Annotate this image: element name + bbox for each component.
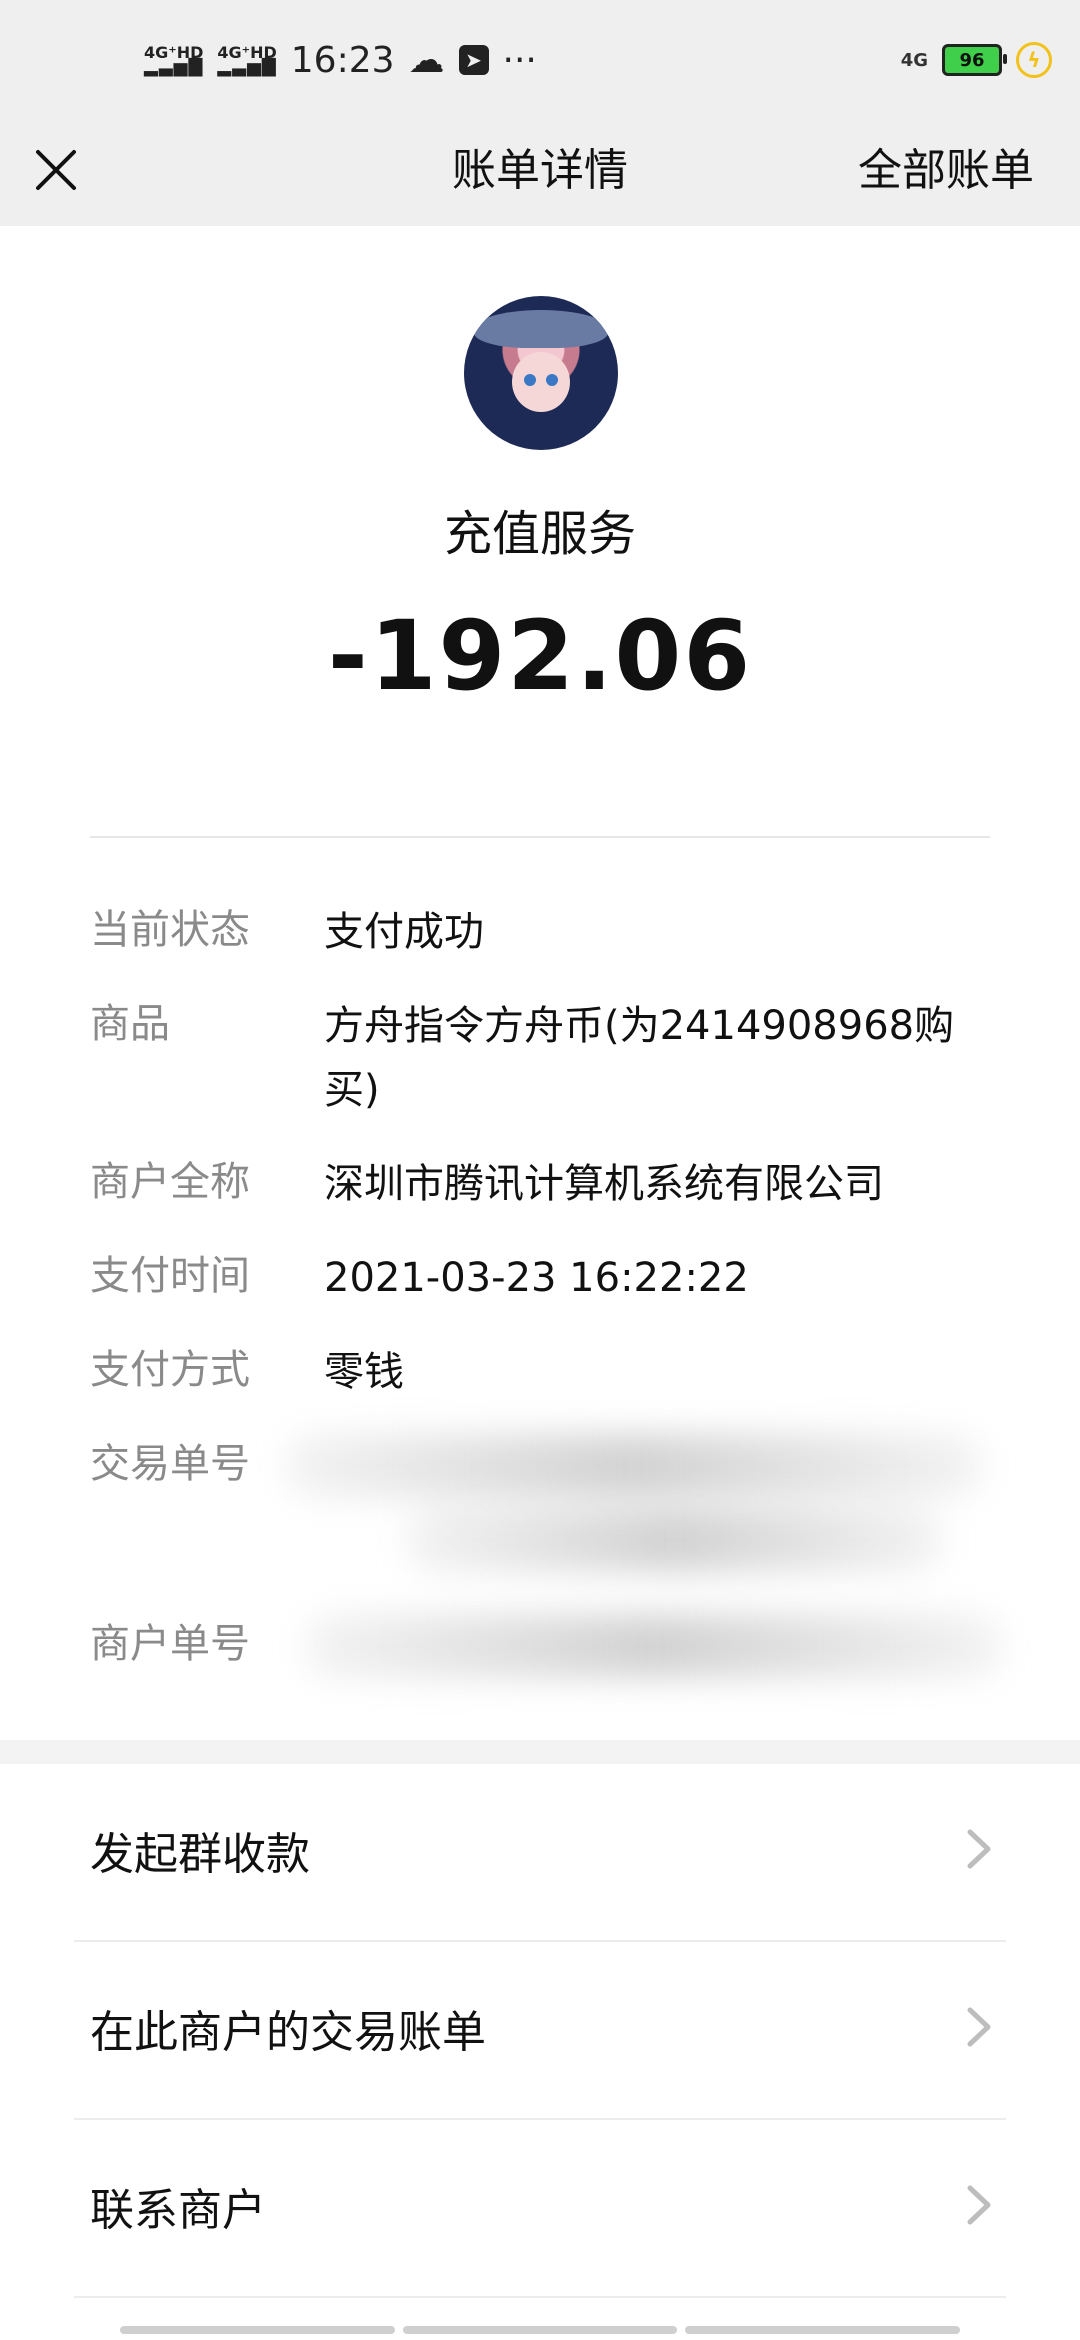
detail-value: 方舟指令方舟币(为2414908968购买) bbox=[324, 1003, 955, 1113]
detail-row-merchant: 商户全称 深圳市腾讯计算机系统有限公司 bbox=[90, 1152, 990, 1216]
detail-list: 当前状态 支付成功 商品 方舟指令方舟币(为2414908968购买) 商户全称… bbox=[90, 900, 1004, 1708]
battery-level: 96 bbox=[959, 49, 985, 71]
nav-indicator-segment bbox=[402, 2326, 678, 2334]
redaction-blur bbox=[404, 1508, 944, 1572]
action-merchant-bills[interactable]: 在此商户的交易账单 bbox=[74, 1942, 1006, 2120]
all-bills-link[interactable]: 全部账单 bbox=[858, 134, 1034, 198]
bottom-nav-indicator bbox=[120, 2326, 961, 2334]
battery-icon: 96 bbox=[942, 44, 1007, 76]
detail-value: 2021-03-23 16:22:22 bbox=[324, 1255, 749, 1301]
bill-detail-screen: 4G⁺HD ▂▃▅▇ 4G⁺HD ▂▃▅▇ 16:23 ☁ ➤ ··· 4G 9… bbox=[0, 0, 1080, 2340]
detail-value: 深圳市腾讯计算机系统有限公司 bbox=[324, 1161, 884, 1207]
detail-row-product: 商品 方舟指令方舟币(为2414908968购买) bbox=[90, 994, 990, 1122]
action-label: 联系商户 bbox=[90, 2185, 266, 2236]
detail-value-redacted bbox=[304, 1614, 1004, 1678]
detail-row-transaction-id: 交易单号 bbox=[90, 1434, 990, 1572]
title-bar: 账单详情 全部账单 bbox=[0, 120, 1080, 226]
action-list: 发起群收款 在此商户的交易账单 联系商户 bbox=[0, 1764, 1080, 2298]
section-divider bbox=[0, 1740, 1080, 1764]
redaction-blur bbox=[304, 1614, 1004, 1678]
divider bbox=[90, 836, 990, 838]
detail-label: 商品 bbox=[90, 1001, 170, 1047]
more-dots-icon: ··· bbox=[502, 39, 537, 81]
avatar-eye-shape bbox=[546, 374, 558, 386]
action-group-collection[interactable]: 发起群收款 bbox=[74, 1764, 1006, 1942]
action-contact-merchant[interactable]: 联系商户 bbox=[74, 2120, 1006, 2298]
nav-indicator-segment bbox=[685, 2326, 961, 2334]
chevron-right-icon bbox=[962, 1824, 996, 1874]
detail-label: 支付时间 bbox=[90, 1253, 250, 1299]
telegram-icon: ➤ bbox=[458, 45, 489, 75]
action-label: 在此商户的交易账单 bbox=[90, 2007, 486, 2058]
detail-row-time: 支付时间 2021-03-23 16:22:22 bbox=[90, 1246, 990, 1310]
detail-value-redacted bbox=[284, 1434, 990, 1572]
action-label: 发起群收款 bbox=[90, 1829, 310, 1880]
network-type: 4G bbox=[900, 49, 928, 71]
detail-label: 商户全称 bbox=[90, 1159, 250, 1205]
chevron-right-icon bbox=[962, 2002, 996, 2052]
redaction-blur bbox=[284, 1434, 984, 1498]
transaction-amount: -192.06 bbox=[327, 600, 753, 712]
signal-bars-icon: ▂▃▅▇ bbox=[217, 56, 277, 77]
avatar-eye-shape bbox=[524, 374, 536, 386]
detail-label: 支付方式 bbox=[90, 1347, 250, 1393]
detail-row-method: 支付方式 零钱 bbox=[90, 1340, 990, 1404]
signal-bars-icon: ▂▃▅▇ bbox=[144, 56, 204, 77]
status-bar: 4G⁺HD ▂▃▅▇ 4G⁺HD ▂▃▅▇ 16:23 ☁ ➤ ··· 4G 9… bbox=[0, 0, 1080, 120]
nav-indicator-segment bbox=[120, 2326, 395, 2334]
avatar-face-shape bbox=[512, 352, 570, 412]
status-time: 16:23 bbox=[290, 39, 395, 81]
detail-value: 支付成功 bbox=[324, 909, 484, 955]
signal-indicator-2: 4G⁺HD ▂▃▅▇ bbox=[217, 45, 277, 77]
status-right: 4G 96 ϟ bbox=[901, 40, 1052, 80]
detail-label: 当前状态 bbox=[90, 907, 250, 953]
detail-label: 商户单号 bbox=[90, 1621, 250, 1667]
detail-row-merchant-order-id: 商户单号 bbox=[90, 1614, 1004, 1678]
merchant-avatar bbox=[464, 296, 618, 450]
bolt-icon: ϟ bbox=[1016, 42, 1052, 78]
signal-indicator-1: 4G⁺HD ▂▃▅▇ bbox=[144, 45, 204, 77]
detail-row-status: 当前状态 支付成功 bbox=[90, 900, 990, 964]
status-left: 4G⁺HD ▂▃▅▇ 4G⁺HD ▂▃▅▇ 16:23 ☁ ➤ ··· bbox=[144, 39, 537, 81]
chevron-right-icon bbox=[962, 2180, 996, 2230]
detail-value: 零钱 bbox=[324, 1349, 404, 1395]
avatar-hat-shape bbox=[474, 310, 608, 348]
cloud-icon: ☁ bbox=[408, 39, 445, 81]
merchant-name: 充值服务 bbox=[443, 506, 636, 562]
